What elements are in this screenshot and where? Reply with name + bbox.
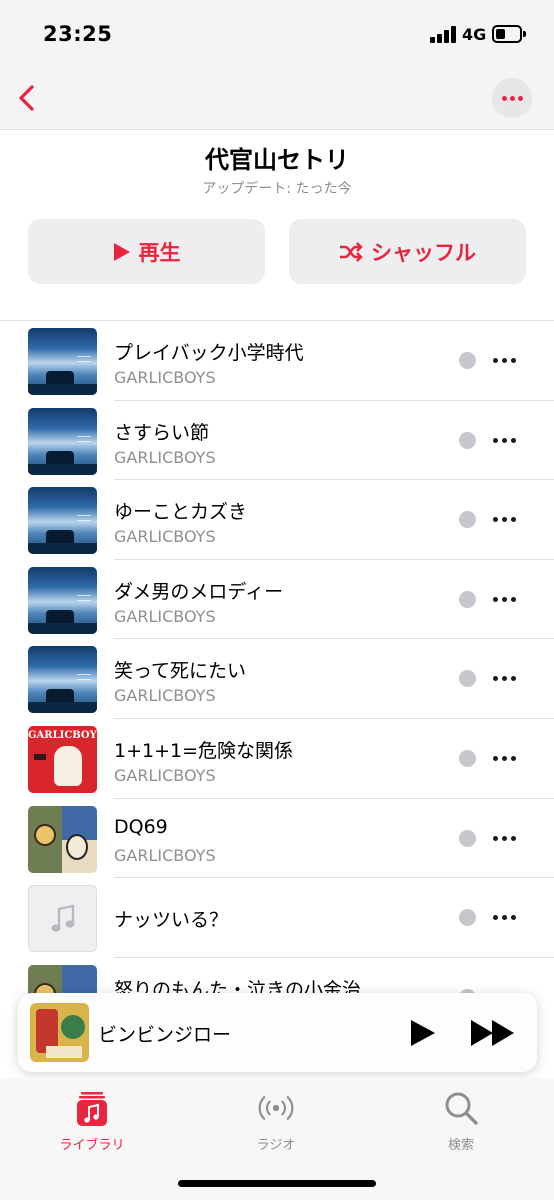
search-icon bbox=[441, 1088, 481, 1128]
track-more-button[interactable] bbox=[493, 905, 521, 929]
shuffle-icon bbox=[340, 241, 363, 262]
now-playing-title: ビンビンジロー bbox=[98, 1024, 232, 1046]
track-artist: GARLICBOYS bbox=[114, 686, 216, 706]
album-art-label: GARLICBOYS bbox=[28, 729, 97, 741]
track-artist: GARLICBOYS bbox=[114, 368, 216, 387]
album-artwork-placeholder bbox=[28, 885, 97, 953]
track-more-button[interactable] bbox=[493, 746, 521, 770]
album-artwork: GARLICBOYS bbox=[28, 725, 97, 793]
more-options-button[interactable] bbox=[492, 78, 532, 118]
status-time: 23:25 bbox=[43, 22, 113, 46]
battery-icon bbox=[492, 25, 526, 43]
download-icon[interactable] bbox=[459, 749, 476, 767]
track-title: ナッツいる？ bbox=[114, 909, 229, 932]
track-more-button[interactable] bbox=[493, 348, 521, 372]
track-title: ダメ男のメロディー bbox=[114, 580, 284, 603]
track-title: ゆーことカズき bbox=[114, 501, 248, 524]
play-button[interactable]: 再生 bbox=[28, 219, 265, 284]
track-row[interactable]: ナッツいる？ bbox=[0, 878, 554, 958]
fast-forward-icon[interactable] bbox=[470, 1018, 516, 1048]
track-more-button[interactable] bbox=[493, 428, 521, 452]
track-more-button[interactable] bbox=[493, 666, 521, 690]
status-bar: 23:25 4G bbox=[0, 0, 554, 70]
home-indicator bbox=[178, 1180, 376, 1187]
tab-label: ラジオ bbox=[256, 1138, 296, 1153]
track-title: さすらい節 bbox=[114, 421, 210, 444]
track-title: 1+1+1=危険な関係 bbox=[114, 739, 294, 762]
chevron-left-icon bbox=[19, 85, 34, 111]
track-list: プレイバック小学時代 GARLICBOYS さすらい節 GARLICBOYS ゆ… bbox=[0, 320, 554, 1000]
mini-player[interactable]: ビンビンジロー bbox=[18, 993, 537, 1072]
tab-label: 検索 bbox=[447, 1138, 474, 1153]
network-type: 4G bbox=[462, 25, 487, 44]
track-artist: GARLICBOYS bbox=[114, 845, 216, 865]
tab-search[interactable]: 検索 bbox=[401, 1088, 521, 1153]
tab-library[interactable]: ライブラリ bbox=[32, 1088, 152, 1153]
download-icon[interactable] bbox=[459, 431, 476, 449]
radio-icon bbox=[256, 1088, 296, 1128]
track-row[interactable]: GARLICBOYS 1+1+1=危険な関係 GARLICBOYS bbox=[0, 719, 554, 799]
track-artist: GARLICBOYS bbox=[114, 527, 216, 547]
track-row[interactable]: プレイバック小学時代 GARLICBOYS bbox=[0, 321, 554, 401]
track-row[interactable]: ゆーことカズき GARLICBOYS bbox=[0, 480, 554, 560]
track-title: 笑って死にたい bbox=[114, 660, 247, 683]
download-icon[interactable] bbox=[459, 590, 476, 608]
track-more-button[interactable] bbox=[493, 507, 521, 531]
album-artwork bbox=[28, 328, 97, 395]
navigation-bar bbox=[0, 70, 554, 130]
download-icon[interactable] bbox=[459, 352, 476, 369]
track-artist: GARLICBOYS bbox=[114, 447, 216, 467]
album-artwork bbox=[28, 487, 97, 555]
download-icon[interactable] bbox=[459, 511, 476, 529]
playlist-updated: アップデート: たった今 bbox=[202, 181, 352, 197]
now-playing-artwork bbox=[30, 1003, 89, 1062]
play-icon bbox=[113, 242, 130, 261]
cellular-signal-icon bbox=[430, 26, 456, 43]
track-title: DQ69 bbox=[114, 815, 168, 838]
track-more-button[interactable] bbox=[493, 587, 521, 611]
track-artist: GARLICBOYS bbox=[114, 606, 216, 626]
album-artwork bbox=[28, 805, 97, 873]
back-button[interactable] bbox=[8, 78, 48, 118]
play-icon[interactable] bbox=[406, 1017, 438, 1049]
download-icon[interactable] bbox=[459, 829, 476, 847]
track-row[interactable]: DQ69 GARLICBOYS bbox=[0, 799, 554, 879]
track-title: プレイバック小学時代 bbox=[114, 342, 304, 364]
track-row[interactable]: さすらい節 GARLICBOYS bbox=[0, 401, 554, 481]
album-artwork bbox=[28, 646, 97, 714]
shuffle-label: シャッフル bbox=[371, 240, 476, 265]
track-row[interactable]: ダメ男のメロディー GARLICBOYS bbox=[0, 560, 554, 640]
download-icon[interactable] bbox=[459, 909, 476, 927]
playlist-title: 代官山セトリ bbox=[205, 146, 349, 174]
tab-label: ライブラリ bbox=[59, 1138, 125, 1153]
tab-radio[interactable]: ラジオ bbox=[216, 1088, 336, 1153]
ellipsis-icon bbox=[502, 96, 507, 101]
track-artist: GARLICBOYS bbox=[114, 765, 216, 785]
track-row[interactable]: 笑って死にたい GARLICBOYS bbox=[0, 639, 554, 719]
shuffle-button[interactable]: シャッフル bbox=[289, 219, 526, 284]
library-icon bbox=[72, 1088, 112, 1128]
music-note-icon bbox=[51, 904, 74, 932]
album-artwork bbox=[28, 407, 97, 475]
play-label: 再生 bbox=[138, 240, 181, 265]
download-icon[interactable] bbox=[459, 670, 476, 688]
album-artwork bbox=[28, 566, 97, 634]
track-more-button[interactable] bbox=[493, 826, 521, 850]
